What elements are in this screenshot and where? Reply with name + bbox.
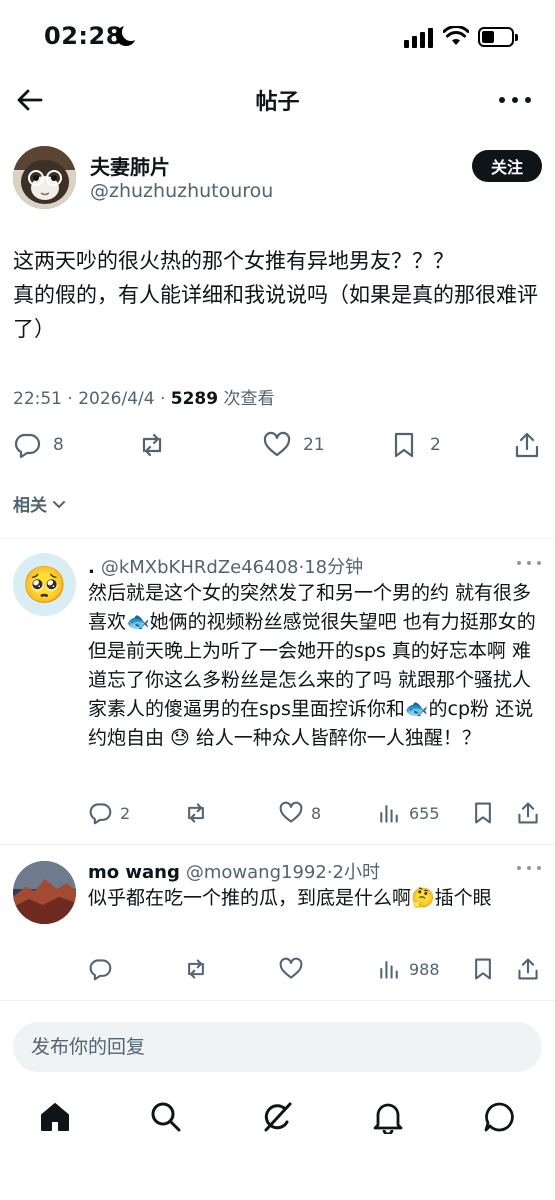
chevron-down-icon — [53, 500, 65, 508]
comment-action-bar: 988 — [88, 955, 543, 983]
analytics-icon — [380, 961, 398, 979]
repost-button[interactable] — [138, 428, 166, 462]
bookmark-button[interactable] — [471, 955, 495, 983]
views-button[interactable]: 655 — [377, 799, 440, 827]
comment[interactable]: 🥺 . @kMXbKHRdZe46408·18分钟 然后就是这个女的突然发了和另一… — [0, 553, 555, 836]
repost-button[interactable] — [184, 799, 208, 827]
heart-icon — [279, 957, 303, 979]
like-count: 21 — [303, 435, 325, 455]
reply-button[interactable]: 2 — [88, 799, 130, 827]
divider — [0, 538, 555, 539]
top-bar: 帖子 — [0, 72, 555, 128]
related-dropdown[interactable]: 相关 — [13, 491, 67, 516]
comment-time: ·18分钟 — [298, 557, 364, 578]
comment-more-icon[interactable] — [517, 866, 541, 872]
post-timestamp: 22:51 · 2026/4/4 · — [13, 389, 171, 409]
bookmark-button[interactable]: 2 — [390, 428, 441, 462]
like-button[interactable] — [279, 955, 303, 983]
divider — [0, 844, 555, 845]
reply-count: 2 — [120, 803, 131, 823]
divider — [0, 1000, 555, 1001]
avatar[interactable]: 🥺 — [13, 553, 76, 616]
reply-icon — [89, 959, 112, 981]
reply-button[interactable] — [88, 955, 112, 983]
related-label: 相关 — [13, 496, 47, 516]
repost-icon — [142, 433, 162, 457]
bookmark-icon — [394, 432, 414, 458]
do-not-disturb-icon — [116, 23, 140, 46]
share-icon — [518, 802, 538, 824]
search-icon — [151, 1102, 181, 1132]
bottom-nav — [0, 1092, 555, 1142]
author-handle[interactable]: @zhuzhuzhutourou — [90, 180, 273, 202]
reply-icon — [14, 433, 41, 459]
bookmark-button[interactable] — [471, 799, 495, 827]
nav-home[interactable] — [38, 1100, 72, 1134]
comment-time: ·2小时 — [326, 862, 381, 883]
share-button[interactable] — [516, 955, 540, 983]
reply-button[interactable]: 8 — [13, 428, 64, 462]
post-action-bar: 8 21 2 — [13, 428, 543, 462]
nav-notifications[interactable] — [371, 1100, 405, 1136]
nav-messages[interactable] — [482, 1100, 516, 1134]
bookmark-icon — [475, 802, 491, 824]
messages-icon — [484, 1102, 514, 1132]
share-icon — [518, 958, 538, 980]
view-count-label: 次查看 — [218, 389, 275, 409]
view-count: 5289 — [170, 389, 219, 409]
post-text: 这两天吵的很火热的那个女推有异地男友？？？ 真的假的，有人能详细和我说说吗（如果… — [13, 249, 538, 341]
comment-header: . @kMXbKHRdZe46408·18分钟 — [88, 553, 363, 579]
page-title: 帖子 — [255, 90, 300, 115]
wifi-icon — [443, 26, 469, 45]
bookmark-icon — [475, 958, 491, 980]
view-count: 655 — [409, 803, 440, 823]
home-icon — [41, 1103, 69, 1131]
follow-button[interactable]: 关注 — [472, 150, 542, 182]
heart-icon — [279, 801, 303, 823]
reply-input[interactable] — [13, 1022, 542, 1072]
views-button[interactable]: 988 — [377, 955, 440, 983]
repost-button[interactable] — [184, 955, 208, 983]
post-meta: 22:51 · 2026/4/4 · 5289 次查看 — [13, 384, 275, 409]
avatar[interactable] — [13, 861, 76, 924]
share-button[interactable] — [513, 428, 541, 462]
comment-text: 似乎都在吃一个推的瓜，到底是什么啊🤔插个眼 — [88, 887, 492, 909]
more-options-icon[interactable] — [499, 86, 531, 114]
like-button[interactable]: 21 — [263, 428, 325, 462]
grok-icon — [264, 1102, 292, 1132]
nav-grok[interactable] — [260, 1100, 294, 1134]
comment[interactable]: mo wang @mowang1992·2小时 似乎都在吃一个推的瓜，到底是什么啊… — [0, 858, 555, 988]
comment-header: mo wang @mowang1992·2小时 — [88, 858, 380, 884]
like-button[interactable]: 8 — [279, 799, 321, 827]
notifications-icon — [373, 1103, 403, 1136]
post-author: 夫妻肺片 @zhuzhuzhutourou 关注 — [13, 146, 542, 212]
reply-count: 8 — [53, 435, 64, 455]
repost-icon — [188, 959, 204, 979]
heart-icon — [263, 431, 291, 457]
commenter-name[interactable]: . — [88, 557, 95, 578]
commenter-handle[interactable]: @mowang1992 — [186, 862, 327, 883]
cellular-signal-icon — [404, 28, 434, 48]
share-button[interactable] — [516, 799, 540, 827]
view-count: 988 — [409, 959, 440, 979]
repost-icon — [188, 803, 204, 823]
comment-action-bar: 2 8 655 — [88, 799, 543, 827]
like-count: 8 — [311, 803, 322, 823]
reply-icon — [89, 803, 112, 825]
status-time: 02:28 — [44, 22, 123, 50]
commenter-handle[interactable]: @kMXbKHRdZe46408 — [101, 557, 299, 578]
comment-text: 然后就是这个女的突然发了和另一个男的约 就有很多喜欢🐟她俩的视频粉丝感觉很失望吧… — [88, 582, 536, 749]
bookmark-count: 2 — [430, 435, 441, 455]
comment-more-icon[interactable] — [517, 561, 541, 567]
battery-icon — [478, 27, 518, 47]
nav-search[interactable] — [149, 1100, 183, 1134]
share-icon — [515, 432, 539, 458]
status-bar: 02:28 — [0, 0, 555, 72]
avatar[interactable] — [13, 146, 76, 209]
analytics-icon — [380, 805, 398, 823]
commenter-name[interactable]: mo wang — [88, 862, 180, 883]
author-name[interactable]: 夫妻肺片 — [90, 151, 170, 180]
